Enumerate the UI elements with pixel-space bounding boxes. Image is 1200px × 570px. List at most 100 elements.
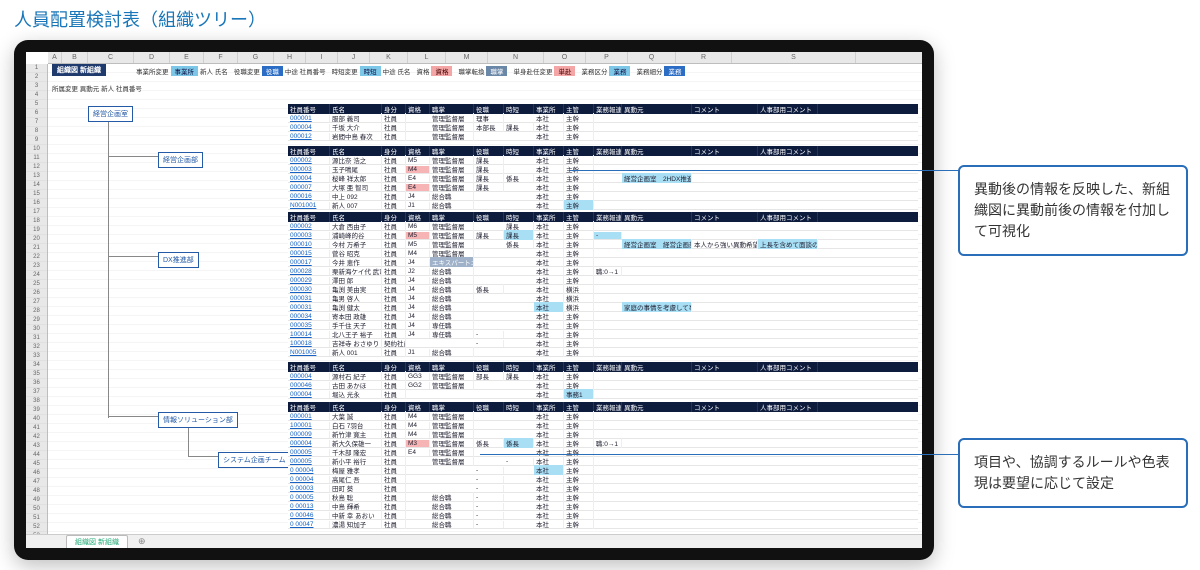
row-header[interactable]: 16 [26, 199, 47, 208]
row-header[interactable]: 4 [26, 91, 47, 100]
cell-jitan: 係長 [504, 438, 534, 448]
row-header[interactable]: 45 [26, 460, 47, 469]
row-header[interactable]: 31 [26, 334, 47, 343]
col-header[interactable]: J [338, 52, 370, 63]
col-header[interactable]: G [238, 52, 274, 63]
row-header[interactable]: 9 [26, 136, 47, 145]
cell-id: 000009 [288, 431, 330, 438]
col-header[interactable]: M [446, 52, 488, 63]
row-header[interactable]: 22 [26, 253, 47, 262]
row-header[interactable]: 38 [26, 397, 47, 406]
row-header[interactable]: 14 [26, 181, 47, 190]
row-header[interactable]: 44 [26, 451, 47, 460]
col-header[interactable]: B [62, 52, 88, 63]
cell-yaku: - [474, 331, 504, 338]
add-sheet-icon[interactable]: ⊕ [132, 536, 152, 547]
row-header[interactable]: 5 [26, 100, 47, 109]
row-header[interactable]: 50 [26, 505, 47, 514]
col-header[interactable]: T [856, 52, 922, 63]
tree-hline [108, 256, 158, 257]
sheet-tab-active[interactable]: 組織図 新組織 [66, 535, 128, 548]
cell-sikaku: J2 [406, 268, 430, 275]
col-header[interactable]: H [274, 52, 306, 63]
row-header[interactable]: 19 [26, 226, 47, 235]
org-node[interactable]: DX推進部 [158, 252, 199, 268]
row-header[interactable]: 28 [26, 307, 47, 316]
row-header[interactable]: 30 [26, 325, 47, 334]
col-header[interactable]: E [170, 52, 204, 63]
row-header[interactable]: 13 [26, 172, 47, 181]
col-header[interactable]: R [676, 52, 732, 63]
table-row[interactable]: 0 00047濃湯 知加子社員総合職-本社主幹 [288, 520, 918, 529]
row-header[interactable]: 37 [26, 388, 47, 397]
row-header[interactable]: 6 [26, 109, 47, 118]
row-header[interactable]: 51 [26, 514, 47, 523]
legend-chip: 事業所 [171, 66, 199, 76]
cell-sikaku: J4 [406, 286, 430, 293]
row-header[interactable]: 23 [26, 262, 47, 271]
row-header[interactable]: 49 [26, 496, 47, 505]
col-header[interactable]: O [544, 52, 586, 63]
row-header[interactable]: 48 [26, 487, 47, 496]
org-node[interactable]: 経営企画室 [88, 106, 133, 122]
row-header[interactable]: 27 [26, 298, 47, 307]
cell-jitan: 係長 [504, 239, 534, 249]
row-header[interactable]: 41 [26, 424, 47, 433]
row-header[interactable]: 15 [26, 190, 47, 199]
col-header[interactable]: K [370, 52, 408, 63]
table-row[interactable]: N001005新人 001社員J1総合職本社主幹 [288, 348, 918, 357]
row-header[interactable]: 25 [26, 280, 47, 289]
row-header[interactable]: 11 [26, 154, 47, 163]
table-row[interactable]: 000012岩間中島 春次社員管理監督層本社主幹 [288, 132, 918, 141]
grid-surface: 組織図 新組織 所属変更 異動元 新人 社員番号 事業所変更事業所新人 氏名役職… [48, 64, 922, 534]
row-header[interactable]: 8 [26, 127, 47, 136]
row-header[interactable]: 32 [26, 343, 47, 352]
row-header[interactable]: 1 [26, 64, 47, 73]
row-header[interactable]: 43 [26, 442, 47, 451]
row-header[interactable]: 26 [26, 289, 47, 298]
cell-id: 000004 [288, 391, 330, 398]
row-header[interactable]: 12 [26, 163, 47, 172]
org-node[interactable]: 情報ソリューション部 [158, 412, 238, 428]
table-row[interactable]: 000004堀込 光永社員本社事務1 [288, 390, 918, 399]
row-header[interactable]: 36 [26, 379, 47, 388]
row-header[interactable]: 20 [26, 235, 47, 244]
row-header[interactable]: 52 [26, 523, 47, 532]
row-header[interactable]: 46 [26, 469, 47, 478]
col-header[interactable]: F [204, 52, 238, 63]
col-header[interactable]: C [88, 52, 134, 63]
row-header[interactable]: 40 [26, 415, 47, 424]
row-header[interactable]: 47 [26, 478, 47, 487]
col-header[interactable]: N [488, 52, 544, 63]
row-header[interactable]: 39 [26, 406, 47, 415]
col-header[interactable]: S [732, 52, 856, 63]
cell-sikaku: M4 [406, 166, 430, 173]
col-header[interactable]: I [306, 52, 338, 63]
col-header[interactable]: P [586, 52, 628, 63]
row-header[interactable]: 7 [26, 118, 47, 127]
tree-hline [188, 456, 218, 457]
col-header[interactable]: Q [628, 52, 676, 63]
row-header[interactable]: 2 [26, 73, 47, 82]
org-node[interactable]: 経営企画部 [158, 152, 203, 168]
row-header[interactable]: 3 [26, 82, 47, 91]
row-header[interactable]: 42 [26, 433, 47, 442]
row-header[interactable]: 35 [26, 370, 47, 379]
org-node[interactable]: システム企画チーム [218, 452, 291, 468]
col-header[interactable]: D [134, 52, 170, 63]
row-header[interactable]: 33 [26, 352, 47, 361]
cell-yaku: - [474, 340, 504, 347]
row-header[interactable]: 10 [26, 145, 47, 154]
cell-id: 000046 [288, 382, 330, 389]
table-row[interactable]: N001001新人 007社員J1総合職本社主幹 [288, 201, 918, 210]
row-header[interactable]: 34 [26, 361, 47, 370]
row-header[interactable]: 17 [26, 208, 47, 217]
cell-sikaku: M4 [406, 250, 430, 257]
col-header[interactable]: L [408, 52, 446, 63]
row-header[interactable]: 18 [26, 217, 47, 226]
row-header[interactable]: 29 [26, 316, 47, 325]
row-header[interactable]: 24 [26, 271, 47, 280]
col-header[interactable]: A [48, 52, 62, 63]
cell-jinji: 上長を含めて面談の上、確定すること [758, 239, 818, 249]
row-header[interactable]: 21 [26, 244, 47, 253]
